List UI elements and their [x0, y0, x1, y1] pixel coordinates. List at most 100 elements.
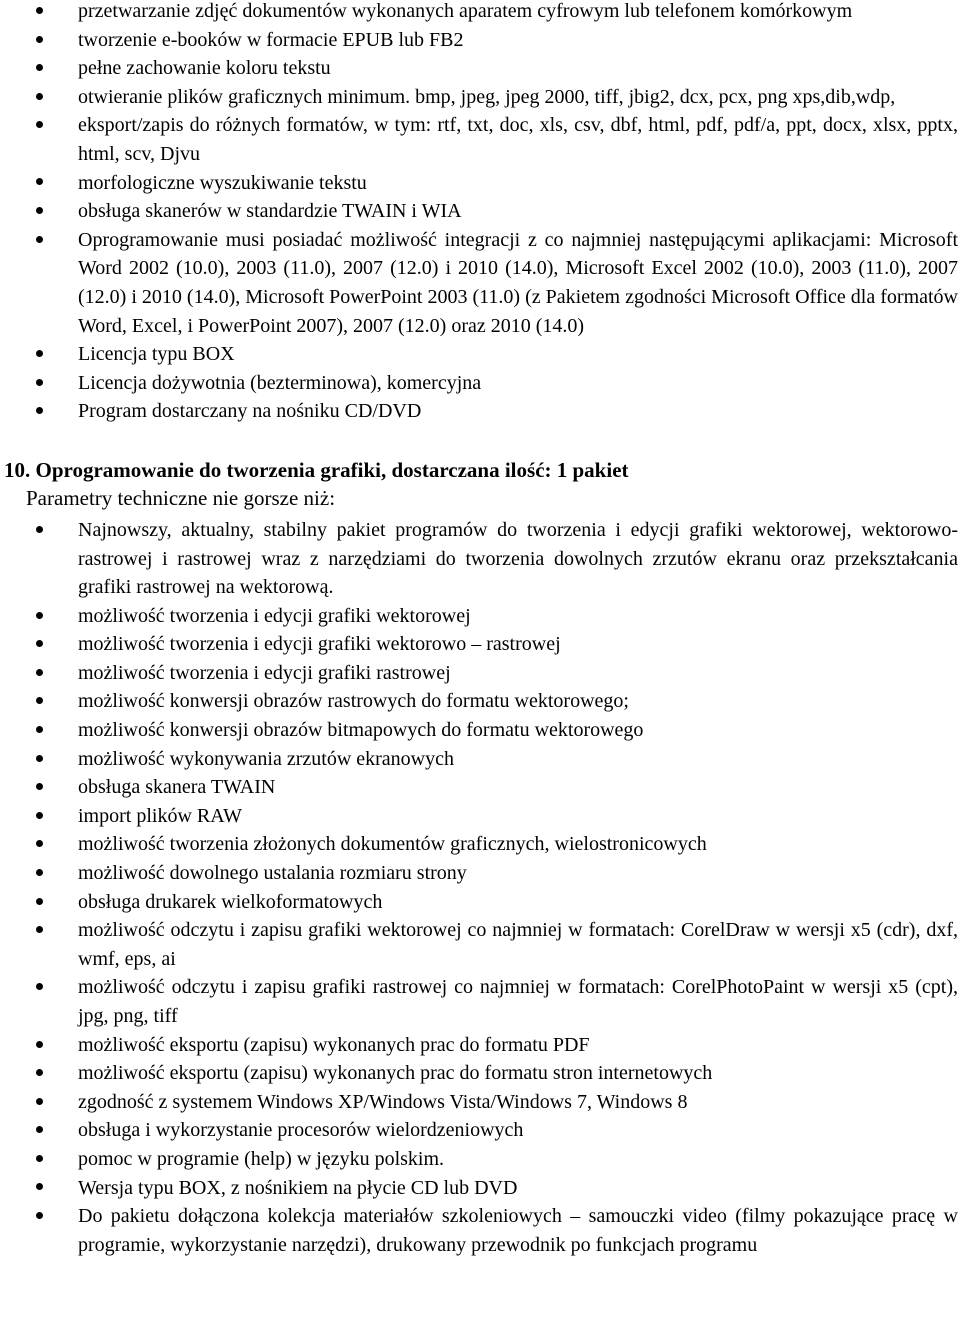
document-page: przetwarzanie zdjęć dokumentów wykonanyc…: [0, 0, 960, 1259]
list-item: możliwość konwersji obrazów bitmapowych …: [0, 716, 960, 745]
list-item: możliwość tworzenia i edycji grafiki ras…: [0, 659, 960, 688]
list-item-text: pełne zachowanie koloru tekstu: [78, 57, 331, 80]
list-item: zgodność z systemem Windows XP/Windows V…: [0, 1088, 960, 1117]
bullet-icon: [36, 226, 50, 255]
bullet-icon: [36, 369, 50, 398]
list-item-text: import plików RAW: [78, 804, 242, 827]
list-item-text: zgodność z systemem Windows XP/Windows V…: [78, 1090, 688, 1113]
list-item: Licencja typu BOX: [0, 340, 960, 369]
bullet-icon: [36, 197, 50, 226]
bullet-icon: [36, 973, 50, 1002]
list-item-text: Licencja dożywotnia (bezterminowa), kome…: [78, 371, 482, 394]
bullet-icon: [36, 1116, 50, 1145]
list-item-text: możliwość dowolnego ustalania rozmiaru s…: [78, 862, 467, 885]
list-item: możliwość tworzenia i edycji grafiki wek…: [0, 630, 960, 659]
bullet-icon: [36, 397, 50, 426]
bullet-icon: [36, 26, 50, 55]
bullet-icon: [36, 773, 50, 802]
list-item: Licencja dożywotnia (bezterminowa), kome…: [0, 369, 960, 398]
list-item-text: możliwość odczytu i zapisu grafiki rastr…: [78, 976, 958, 1027]
list-item: możliwość odczytu i zapisu grafiki wekto…: [0, 916, 960, 973]
list-item-text: otwieranie plików graficznych minimum. b…: [78, 85, 896, 108]
list-item: możliwość eksportu (zapisu) wykonanych p…: [0, 1031, 960, 1060]
list-item: eksport/zapis do różnych formatów, w tym…: [0, 111, 960, 168]
list-item: możliwość tworzenia złożonych dokumentów…: [0, 830, 960, 859]
bullet-icon: [36, 54, 50, 83]
feature-list-graphics: Najnowszy, aktualny, stabilny pakiet pro…: [0, 516, 960, 1259]
list-item-text: obsługa skanerów w standardzie TWAIN i W…: [78, 200, 462, 223]
list-item-text: możliwość tworzenia złożonych dokumentów…: [78, 833, 707, 856]
bullet-icon: [36, 602, 50, 631]
bullet-icon: [36, 802, 50, 831]
list-item: pełne zachowanie koloru tekstu: [0, 54, 960, 83]
list-item-text: możliwość konwersji obrazów bitmapowych …: [78, 719, 644, 742]
bullet-icon: [36, 340, 50, 369]
list-item: możliwość eksportu (zapisu) wykonanych p…: [0, 1059, 960, 1088]
bullet-icon: [36, 169, 50, 198]
list-item-text: możliwość wykonywania zrzutów ekranowych: [78, 747, 454, 770]
list-item-text: możliwość konwersji obrazów rastrowych d…: [78, 690, 629, 713]
list-item: Najnowszy, aktualny, stabilny pakiet pro…: [0, 516, 960, 602]
bullet-icon: [36, 745, 50, 774]
bullet-icon: [36, 1088, 50, 1117]
list-item: obsługa skanera TWAIN: [0, 773, 960, 802]
list-item: możliwość odczytu i zapisu grafiki rastr…: [0, 973, 960, 1030]
list-item: obsługa skanerów w standardzie TWAIN i W…: [0, 197, 960, 226]
bullet-icon: [36, 516, 50, 545]
list-item-text: obsługa drukarek wielkoformatowych: [78, 890, 383, 913]
list-item: obsługa drukarek wielkoformatowych: [0, 888, 960, 917]
list-item: możliwość konwersji obrazów rastrowych d…: [0, 687, 960, 716]
bullet-icon: [36, 1174, 50, 1203]
list-item-text: Do pakietu dołączona kolekcja materiałów…: [78, 1205, 958, 1256]
bullet-icon: [36, 1059, 50, 1088]
bullet-icon: [36, 687, 50, 716]
bullet-icon: [36, 0, 50, 26]
bullet-icon: [36, 111, 50, 140]
bullet-icon: [36, 630, 50, 659]
list-item-text: możliwość odczytu i zapisu grafiki wekto…: [78, 919, 958, 970]
list-item: otwieranie plików graficznych minimum. b…: [0, 83, 960, 112]
bullet-icon: [36, 83, 50, 112]
list-item-text: możliwość tworzenia i edycji grafiki ras…: [78, 661, 451, 684]
list-item-text: Licencja typu BOX: [78, 343, 235, 366]
list-item-text: możliwość eksportu (zapisu) wykonanych p…: [78, 1033, 590, 1056]
feature-list-ocr: przetwarzanie zdjęć dokumentów wykonanyc…: [0, 0, 960, 426]
bullet-icon: [36, 1202, 50, 1231]
bullet-icon: [36, 830, 50, 859]
bullet-icon: [36, 859, 50, 888]
bullet-icon: [36, 716, 50, 745]
list-item: morfologiczne wyszukiwanie tekstu: [0, 169, 960, 198]
list-item: Oprogramowanie musi posiadać możliwość i…: [0, 226, 960, 340]
list-item-text: morfologiczne wyszukiwanie tekstu: [78, 171, 367, 194]
list-item: Do pakietu dołączona kolekcja materiałów…: [0, 1202, 960, 1259]
list-item-text: Program dostarczany na nośniku CD/DVD: [78, 400, 422, 423]
list-item: import plików RAW: [0, 802, 960, 831]
list-item: możliwość dowolnego ustalania rozmiaru s…: [0, 859, 960, 888]
list-item: Wersja typu BOX, z nośnikiem na płycie C…: [0, 1174, 960, 1203]
list-item-text: obsługa skanera TWAIN: [78, 776, 276, 799]
list-item: pomoc w programie (help) w języku polski…: [0, 1145, 960, 1174]
section-subtitle: Parametry techniczne nie gorsze niż:: [26, 485, 336, 510]
list-item: możliwość wykonywania zrzutów ekranowych: [0, 745, 960, 774]
list-item-text: tworzenie e-booków w formacie EPUB lub F…: [78, 28, 464, 51]
list-item-text: możliwość eksportu (zapisu) wykonanych p…: [78, 1062, 713, 1085]
list-item: możliwość tworzenia i edycji grafiki wek…: [0, 602, 960, 631]
list-item: tworzenie e-booków w formacie EPUB lub F…: [0, 26, 960, 55]
list-item-text: możliwość tworzenia i edycji grafiki wek…: [78, 633, 561, 656]
bullet-icon: [36, 1031, 50, 1060]
list-item: Program dostarczany na nośniku CD/DVD: [0, 397, 960, 426]
list-item-text: możliwość tworzenia i edycji grafiki wek…: [78, 604, 471, 627]
list-item-text: Wersja typu BOX, z nośnikiem na płycie C…: [78, 1176, 518, 1199]
list-item: obsługa i wykorzystanie procesorów wielo…: [0, 1116, 960, 1145]
bullet-icon: [36, 659, 50, 688]
list-item-text: Oprogramowanie musi posiadać możliwość i…: [78, 228, 958, 337]
bullet-icon: [36, 916, 50, 945]
list-item-text: przetwarzanie zdjęć dokumentów wykonanyc…: [78, 0, 853, 22]
bullet-icon: [36, 1145, 50, 1174]
list-item-text: pomoc w programie (help) w języku polski…: [78, 1147, 445, 1170]
list-item-text: Najnowszy, aktualny, stabilny pakiet pro…: [78, 518, 958, 599]
section-heading: 10. Oprogramowanie do tworzenia grafiki,…: [4, 457, 629, 482]
list-item-text: obsługa i wykorzystanie procesorów wielo…: [78, 1119, 524, 1142]
list-item: przetwarzanie zdjęć dokumentów wykonanyc…: [0, 0, 960, 26]
list-item-text: eksport/zapis do różnych formatów, w tym…: [78, 114, 958, 165]
